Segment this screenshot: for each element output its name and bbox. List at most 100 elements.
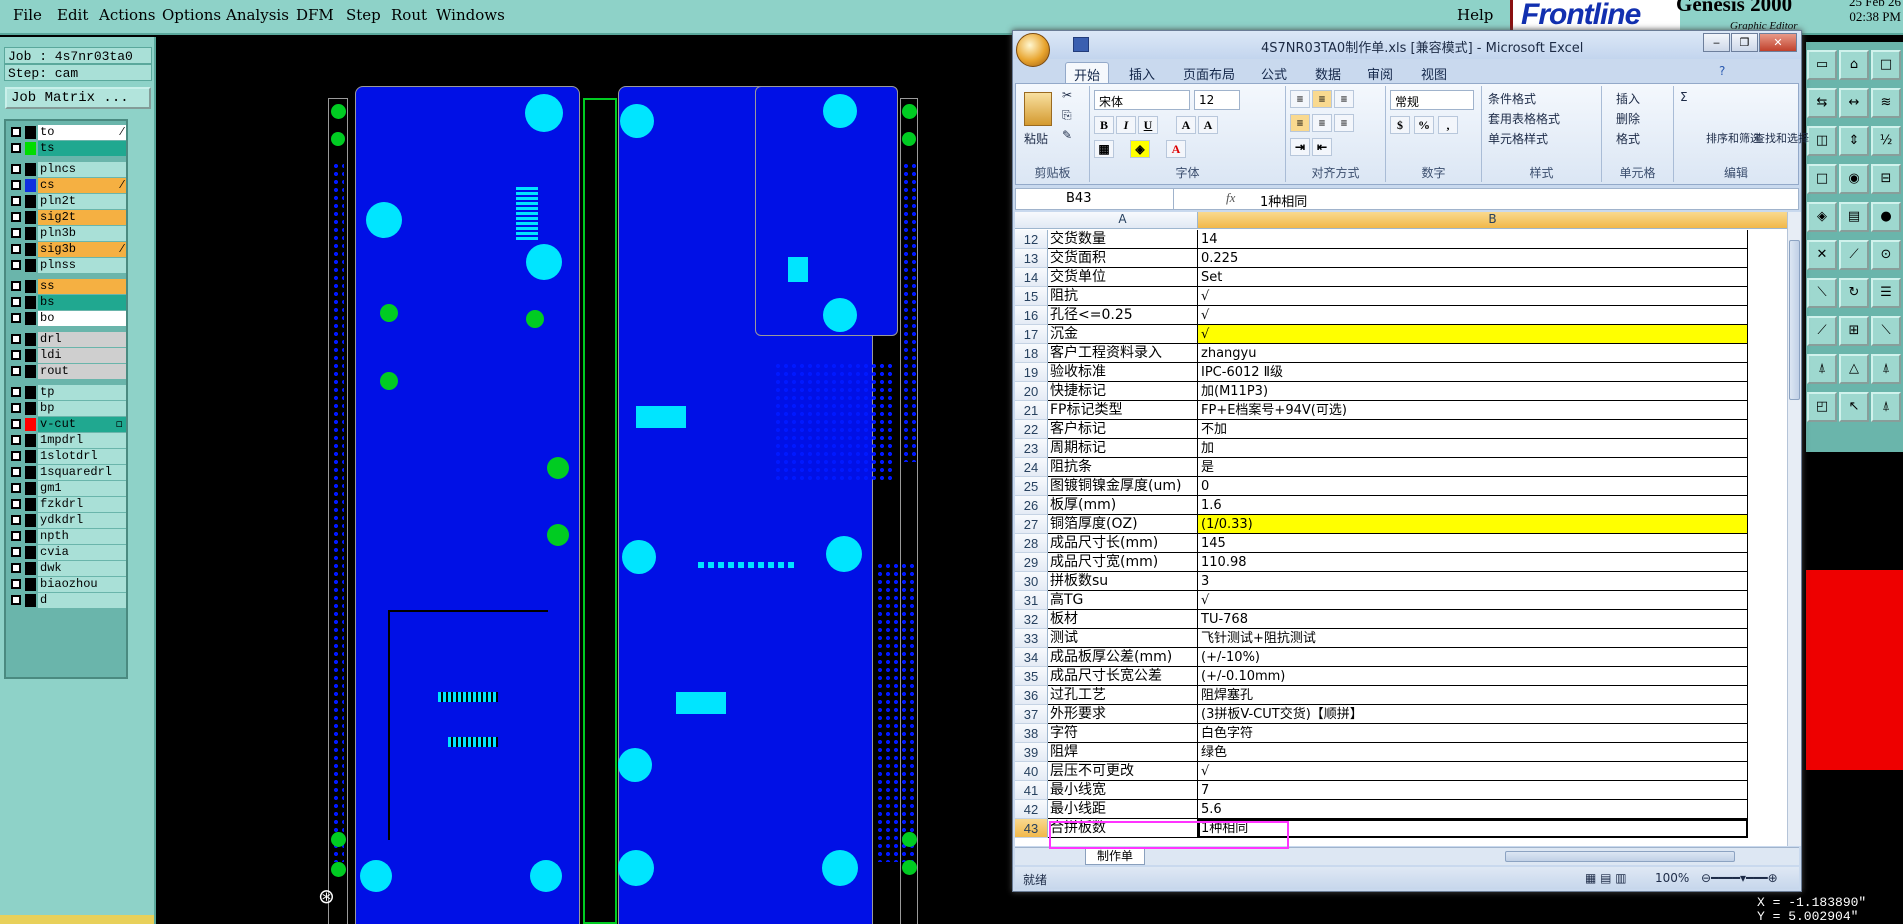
autosum-icon[interactable]: Σ	[1680, 90, 1688, 104]
layer-row[interactable]: bp	[8, 401, 126, 416]
layer-color-swatch[interactable]	[25, 498, 36, 511]
layer-row[interactable]: d	[8, 593, 126, 608]
tool-button[interactable]: ⍋	[1807, 354, 1837, 384]
layer-checkbox[interactable]	[11, 595, 21, 605]
layer-color-swatch[interactable]	[25, 466, 36, 479]
layer-name[interactable]: npth	[38, 529, 126, 544]
layer-checkbox[interactable]	[11, 196, 21, 206]
zoom-level[interactable]: 100%	[1655, 871, 1689, 885]
tool-button[interactable]: □	[1807, 164, 1837, 194]
tab-review[interactable]: 审阅	[1359, 62, 1401, 83]
layer-name[interactable]: biaozhou	[38, 577, 126, 592]
layer-color-swatch[interactable]	[25, 434, 36, 447]
indent-icon[interactable]: ⇥	[1290, 138, 1310, 156]
layer-checkbox[interactable]	[11, 334, 21, 344]
align-bottom-icon[interactable]: ≡	[1334, 90, 1354, 108]
fx-icon[interactable]: fx	[1226, 190, 1235, 206]
cell-b[interactable]: (1/0.33)	[1198, 515, 1748, 534]
tool-button[interactable]: ◰	[1807, 392, 1837, 422]
tool-button[interactable]: ⟋	[1807, 316, 1837, 346]
graphic-canvas[interactable]: ⊛	[158, 42, 1013, 924]
layer-checkbox[interactable]	[11, 180, 21, 190]
row-header[interactable]: 41	[1015, 781, 1048, 800]
layer-color-swatch[interactable]	[25, 126, 36, 139]
layer-row[interactable]: to ⁄	[8, 125, 126, 140]
cell-a[interactable]: 成品板厚公差(mm)	[1048, 648, 1198, 667]
paste-icon[interactable]	[1024, 92, 1052, 126]
layer-checkbox[interactable]	[11, 499, 21, 509]
cell-a[interactable]: 周期标记	[1048, 439, 1198, 458]
cell-a[interactable]: 阻焊	[1048, 743, 1198, 762]
cell-a[interactable]: 最小线宽	[1048, 781, 1198, 800]
menu-file[interactable]: File	[13, 6, 42, 24]
layer-color-swatch[interactable]	[25, 450, 36, 463]
layer-row[interactable]: pln2t	[8, 194, 126, 209]
cell-b[interactable]: 14	[1198, 230, 1748, 249]
cell-b[interactable]: √	[1198, 591, 1748, 610]
cell-a[interactable]: 阻抗	[1048, 287, 1198, 306]
formula-input[interactable]: 1种相同	[1260, 191, 1307, 210]
cell-b[interactable]: 加(M11P3)	[1198, 382, 1748, 401]
layer-name[interactable]: pln3b	[38, 226, 126, 241]
cell-b[interactable]: 7	[1198, 781, 1748, 800]
cell-b[interactable]: √	[1198, 325, 1748, 344]
italic-icon[interactable]: I	[1116, 116, 1136, 134]
excel-window[interactable]: 4S7NR03TA0制作单.xls [兼容模式] - Microsoft Exc…	[1012, 30, 1809, 892]
layer-color-swatch[interactable]	[25, 349, 36, 362]
cell-a[interactable]: 成品尺寸长(mm)	[1048, 534, 1198, 553]
shrink-font-icon[interactable]: A	[1198, 116, 1218, 134]
layer-row[interactable]: tp	[8, 385, 126, 400]
tool-button[interactable]: ⇕	[1839, 126, 1869, 156]
menu-edit[interactable]: Edit	[57, 6, 88, 24]
tool-button[interactable]: ◈	[1807, 202, 1837, 232]
layer-row[interactable]: gm1	[8, 481, 126, 496]
align-top-icon[interactable]: ≡	[1290, 90, 1310, 108]
row-header[interactable]: 23	[1015, 439, 1048, 458]
view-icons[interactable]: ▦ ▤ ▥	[1585, 871, 1627, 885]
select-all-corner[interactable]	[1015, 212, 1048, 229]
cell-a[interactable]: 铜箔厚度(OZ)	[1048, 515, 1198, 534]
scroll-thumb[interactable]	[1789, 240, 1800, 400]
excel-titlebar[interactable]: 4S7NR03TA0制作单.xls [兼容模式] - Microsoft Exc…	[1013, 31, 1801, 59]
cell-a[interactable]: 板材	[1048, 610, 1198, 629]
layer-checkbox[interactable]	[11, 228, 21, 238]
tab-formulas[interactable]: 公式	[1253, 62, 1295, 83]
cell-b[interactable]: FP+E档案号+94V(可选)	[1198, 401, 1748, 420]
layer-color-swatch[interactable]	[25, 418, 36, 431]
layer-name[interactable]: cvia	[38, 545, 126, 560]
row-header[interactable]: 25	[1015, 477, 1048, 496]
menu-windows[interactable]: Windows	[436, 6, 505, 24]
cut-icon[interactable]: ✂	[1062, 88, 1072, 102]
cell-a[interactable]: 验收标准	[1048, 363, 1198, 382]
underline-icon[interactable]: U	[1138, 116, 1158, 134]
font-name-select[interactable]: 宋体	[1094, 90, 1190, 110]
layer-color-swatch[interactable]	[25, 386, 36, 399]
row-header[interactable]: 34	[1015, 648, 1048, 667]
layer-color-swatch[interactable]	[25, 259, 36, 272]
zoom-slider[interactable]: ⊖━━━━▾━━━⊕	[1701, 871, 1778, 885]
layer-checkbox[interactable]	[11, 260, 21, 270]
bold-icon[interactable]: B	[1094, 116, 1114, 134]
cell-a[interactable]: 测试	[1048, 629, 1198, 648]
tool-button[interactable]: ⍋	[1871, 392, 1901, 422]
layer-checkbox[interactable]	[11, 366, 21, 376]
format-painter-icon[interactable]: ✎	[1062, 128, 1072, 142]
cell-b[interactable]: 110.98	[1198, 553, 1748, 572]
tool-button[interactable]: ◫	[1807, 126, 1837, 156]
layer-color-swatch[interactable]	[25, 365, 36, 378]
cell-b[interactable]: (+/-10%)	[1198, 648, 1748, 667]
layer-name[interactable]: d	[38, 593, 126, 608]
sheet-tab[interactable]: 制作单	[1085, 848, 1145, 865]
layer-checkbox[interactable]	[11, 281, 21, 291]
layer-checkbox[interactable]	[11, 419, 21, 429]
cell-b[interactable]: 飞针测试+阻抗测试	[1198, 629, 1748, 648]
cell-a[interactable]: 交货面积	[1048, 249, 1198, 268]
layer-row[interactable]: plnss	[8, 258, 126, 273]
layer-row[interactable]: fzkdrl	[8, 497, 126, 512]
cell-b[interactable]: 1.6	[1198, 496, 1748, 515]
tool-button[interactable]: ✕	[1807, 240, 1837, 270]
save-icon[interactable]	[1073, 37, 1089, 52]
tab-home[interactable]: 开始	[1065, 62, 1110, 84]
layer-name[interactable]: gm1	[38, 481, 126, 496]
tool-button[interactable]: ⍋	[1871, 354, 1901, 384]
